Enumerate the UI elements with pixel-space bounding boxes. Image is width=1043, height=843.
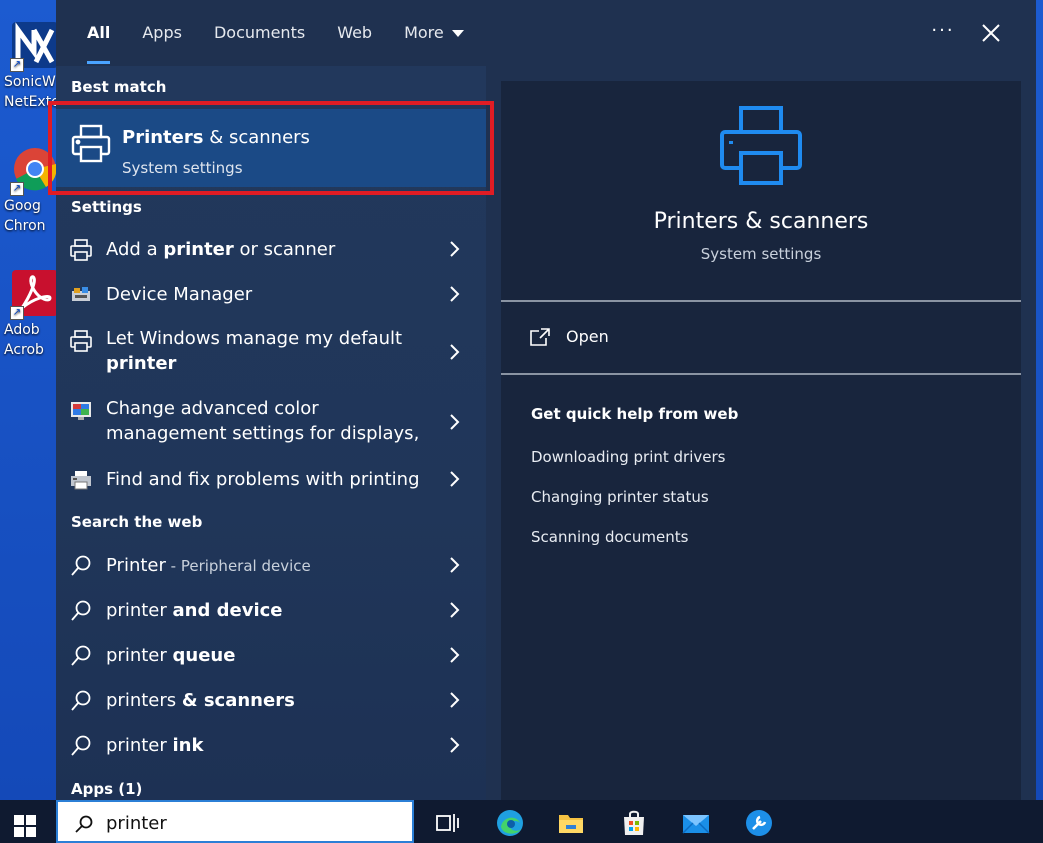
settings-item-label: Add a printer or scanner — [106, 239, 336, 260]
best-match-header: Best match — [71, 78, 167, 96]
search-icon — [69, 734, 93, 758]
search-input[interactable] — [106, 810, 396, 836]
settings-item-color-management[interactable]: Change advanced color management settings… — [56, 394, 486, 450]
web-suggestion-label: printer ink — [106, 735, 204, 756]
desktop-icon-label: Acrob — [4, 342, 44, 358]
file-explorer-icon[interactable] — [557, 809, 585, 837]
settings-item-label: Device Manager — [106, 284, 253, 305]
divider — [501, 373, 1021, 375]
tab-label: More — [404, 23, 444, 42]
color-management-icon — [69, 399, 93, 423]
desktop-icon-label: Goog — [4, 198, 41, 214]
search-icon — [69, 554, 93, 578]
desktop-icon-acrobat[interactable]: ↗ Adob Acrob — [0, 270, 58, 360]
tab-label: Apps — [142, 23, 182, 42]
tab-more[interactable]: More — [388, 0, 480, 66]
settings-item-label: Find and fix problems with printing — [106, 469, 420, 490]
desktop-icon-label: Adob — [4, 322, 40, 338]
printer-icon — [719, 105, 803, 187]
help-link-scanning[interactable]: Scanning documents — [531, 528, 688, 546]
detail-panel: Printers & scanners System settings Open… — [501, 81, 1021, 800]
help-link-drivers[interactable]: Downloading print drivers — [531, 448, 725, 466]
remote-tool-icon[interactable] — [745, 809, 773, 837]
desktop-icon-label: SonicW — [4, 74, 56, 90]
web-suggestion-printer-queue[interactable]: printer queue — [56, 640, 486, 672]
chevron-right-icon — [448, 470, 460, 488]
settings-item-default-printer[interactable]: Let Windows manage my default printer — [56, 324, 486, 380]
web-suggestion-label: printer queue — [106, 645, 236, 666]
settings-item-label: Let Windows manage my default printer — [106, 328, 403, 374]
caret-down-icon — [451, 30, 464, 37]
results-list: Best match Printers & scanners System se… — [48, 66, 494, 800]
tab-web[interactable]: Web — [321, 0, 388, 66]
desktop-icon-label: Chron — [4, 218, 46, 234]
taskbar-search-box[interactable] — [56, 800, 414, 843]
search-icon — [69, 599, 93, 623]
chevron-right-icon — [448, 646, 460, 664]
troubleshoot-icon — [69, 468, 93, 492]
chevron-right-icon — [448, 691, 460, 709]
best-match-title: Printers & scanners — [122, 127, 310, 148]
settings-item-add-printer[interactable]: Add a printer or scanner — [56, 234, 486, 266]
store-icon[interactable] — [620, 809, 648, 837]
divider — [501, 300, 1021, 302]
web-suggestion-printer-and-device[interactable]: printer and device — [56, 595, 486, 627]
settings-item-troubleshoot-printing[interactable]: Find and fix problems with printing — [56, 464, 486, 496]
open-label: Open — [566, 327, 609, 346]
search-web-header: Search the web — [71, 513, 203, 531]
detail-title: Printers & scanners — [653, 209, 869, 234]
taskbar — [0, 800, 1043, 843]
apps-header: Apps (1) — [71, 780, 143, 798]
windows-start-icon[interactable] — [14, 815, 36, 837]
best-match-subtitle: System settings — [122, 159, 243, 177]
chevron-right-icon — [448, 736, 460, 754]
tab-label: Documents — [213, 23, 306, 42]
settings-header: Settings — [71, 198, 142, 216]
chevron-right-icon — [448, 556, 460, 574]
web-suggestion-label: printers & scanners — [106, 690, 295, 711]
best-match-highlight[interactable]: Printers & scanners System settings — [48, 101, 494, 195]
printer-icon — [69, 329, 93, 353]
search-icon — [74, 814, 94, 834]
tab-all[interactable]: All — [71, 0, 126, 66]
chevron-right-icon — [448, 413, 460, 431]
close-icon[interactable] — [976, 18, 1006, 48]
web-suggestion-label: Printer - Peripheral device — [106, 555, 311, 576]
sonicwall-icon: ↗ — [10, 22, 58, 72]
settings-item-label: Change advanced color management settings… — [106, 398, 420, 444]
web-suggestion-printers-and-scanners[interactable]: printers & scanners — [56, 685, 486, 717]
web-suggestion-label: printer and device — [106, 600, 283, 621]
detail-subtitle: System settings — [700, 245, 822, 263]
desktop-icon-sonicwall[interactable]: ↗ SonicW NetExte — [0, 22, 58, 112]
open-icon — [529, 327, 551, 347]
search-tabs: All Apps Documents Web More ··· — [56, 0, 1036, 66]
edge-icon[interactable] — [496, 809, 524, 837]
acrobat-icon: ↗ — [10, 270, 58, 320]
tab-label: All — [87, 23, 111, 42]
printer-icon — [69, 238, 93, 262]
tab-documents[interactable]: Documents — [198, 0, 321, 66]
search-icon — [69, 644, 93, 668]
chevron-right-icon — [448, 240, 460, 258]
tab-label: Web — [337, 23, 373, 42]
web-suggestion-printer-ink[interactable]: printer ink — [56, 730, 486, 762]
settings-item-device-manager[interactable]: Device Manager — [56, 279, 486, 311]
best-match-item[interactable]: Printers & scanners System settings — [56, 109, 486, 187]
task-view-icon[interactable] — [434, 809, 462, 837]
more-options-icon[interactable]: ··· — [928, 18, 958, 48]
search-icon — [69, 689, 93, 713]
search-panel: All Apps Documents Web More ··· Best mat… — [48, 0, 1036, 800]
web-suggestion-printer[interactable]: Printer - Peripheral device — [56, 550, 486, 582]
help-link-printer-status[interactable]: Changing printer status — [531, 488, 709, 506]
open-action[interactable]: Open — [529, 325, 729, 355]
mail-icon[interactable] — [682, 809, 710, 837]
printer-icon — [70, 123, 112, 165]
chevron-right-icon — [448, 601, 460, 619]
device-manager-icon — [69, 283, 93, 307]
chevron-right-icon — [448, 343, 460, 361]
tab-apps[interactable]: Apps — [126, 0, 198, 66]
chevron-right-icon — [448, 285, 460, 303]
quick-help-header: Get quick help from web — [531, 405, 739, 423]
